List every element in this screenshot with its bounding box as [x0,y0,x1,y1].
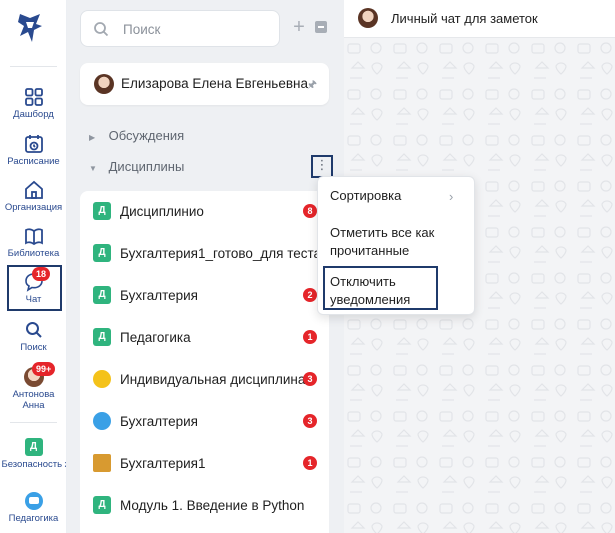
chat-name: Индивидуальная дисциплина [120,372,306,387]
pin-icon[interactable]: 🖈 [307,76,317,95]
graduation-cap-icon [93,454,111,472]
unread-badge: 3 [303,372,317,386]
context-menu: Сортировка › Отметить все как прочитанны… [317,176,475,315]
calendar-clock-icon [24,135,43,153]
list-item[interactable]: Д Педагогика 1 [80,317,329,359]
rail-item-dashboard[interactable]: Дашборд [0,87,67,120]
chat-list: Д Дисциплинио 8 Д Бухгалтерия1_готово_дл… [80,191,329,533]
chat-group-icon [24,492,43,510]
unread-badge: 2 [303,288,317,302]
menu-item-sort[interactable]: Сортировка [330,187,401,205]
rail-item-label: Поиск [20,342,47,353]
profile-notification-badge: 99+ [32,362,56,376]
chat-unread-badge: 18 [32,267,51,281]
unread-badge: 3 [303,414,317,428]
chat-list-panel: + Елизарова Елена Евгеньевна 🖈 ▶ Обсужде… [67,0,344,533]
app-logo-icon[interactable] [16,12,44,44]
bot-icon [93,370,111,388]
rail-divider [10,66,57,67]
more-options-icon[interactable]: ⋮ [311,155,333,177]
pinned-chat[interactable]: Елизарова Елена Евгеньевна 🖈 [80,63,329,105]
chat-name: Модуль 1. Введение в Python [120,498,305,513]
menu-item-label: Сортировка [330,188,402,203]
list-item[interactable]: Д Дисциплинио 8 [80,191,329,233]
rail-item-label: Чат [25,294,42,305]
rail-item-search[interactable]: Поиск [0,320,67,353]
rail-item-organization[interactable]: Организация [0,180,67,213]
section-label: Дисциплины [108,159,185,174]
archive-icon[interactable] [315,21,327,33]
discipline-d-tile: Д [93,244,111,262]
list-item[interactable]: Бухгалтерия 3 [80,401,329,443]
avatar [94,74,114,94]
discipline-d-tile: Д [93,202,111,220]
chat-name: Бухгалтерия1 [120,456,206,471]
list-item[interactable]: Бухгалтерия1 1 [80,443,329,485]
list-item[interactable]: Д Модуль 1. Введение в Python [80,485,329,527]
section-label: Обсуждения [108,128,185,143]
rail-item-pedagogy[interactable]: Педагогика [0,492,67,524]
discipline-d-tile: Д [93,286,111,304]
unread-badge: 8 [303,204,317,218]
chat-name: Бухгалтерия [120,288,198,303]
rail-item-safety-discipline[interactable]: Д Безопасность ж [0,438,67,470]
rail-item-library[interactable]: Библиотека [0,226,67,259]
chevron-right-icon: › [449,189,454,204]
rail-item-label: Организация [4,202,63,213]
rail-item-label: Дашборд [13,109,54,120]
chevron-right-icon: ▶ [89,133,96,142]
search-box[interactable] [80,10,280,47]
chat-group-icon [93,412,111,430]
rail-divider [10,422,57,423]
list-item[interactable]: Д Бухгалтерия 2 [80,275,329,317]
mute-highlight-box [323,266,438,310]
section-disciplines[interactable]: ▼ Дисциплины [89,159,184,174]
menu-item-label: прочитанные [330,243,410,258]
chat-title: Личный чат для заметок [391,11,538,26]
chat-name: Педагогика [120,330,191,345]
chat-name: Дисциплинио [120,204,204,219]
discipline-d-tile: Д [24,438,43,456]
avatar [358,8,378,28]
organization-house-icon [24,180,43,199]
menu-item-mark-all-read[interactable]: Отметить все как прочитанные [330,224,434,260]
pinned-chat-name: Елизарова Елена Евгеньевна [121,76,308,91]
search-input[interactable] [123,19,273,39]
rail-item-schedule[interactable]: Расписание [0,134,67,167]
discipline-d-tile: Д [93,328,111,346]
unread-badge: 1 [303,456,317,470]
open-book-icon [24,228,43,246]
rail-item-label: Педагогика [8,513,59,524]
dashboard-grid-icon [24,88,43,106]
search-icon [25,322,42,338]
unread-badge: 1 [303,330,317,344]
list-item[interactable]: Д Бухгалтерия1_готово_для теста [80,233,329,275]
section-discussions[interactable]: ▶ Обсуждения [89,128,184,143]
chat-header: Личный чат для заметок [344,0,615,38]
chat-name: Бухгалтерия1_готово_для теста [120,246,322,261]
search-icon [94,22,109,37]
rail-item-label: Безопасность ж [1,459,66,470]
chat-name: Бухгалтерия [120,414,198,429]
add-chat-button[interactable]: + [292,17,306,37]
chevron-down-icon: ▼ [89,164,97,173]
nav-rail: Дашборд Расписание Организация Библиотек… [0,0,67,533]
menu-item-label: Отметить все как [330,225,435,240]
rail-item-label: Библиотека [7,248,60,259]
list-item[interactable]: Индивидуальная дисциплина 3 [80,359,329,401]
rail-item-label: Антонова Анна [12,389,55,411]
discipline-d-tile: Д [93,496,111,514]
rail-item-label: Расписание [7,156,60,167]
